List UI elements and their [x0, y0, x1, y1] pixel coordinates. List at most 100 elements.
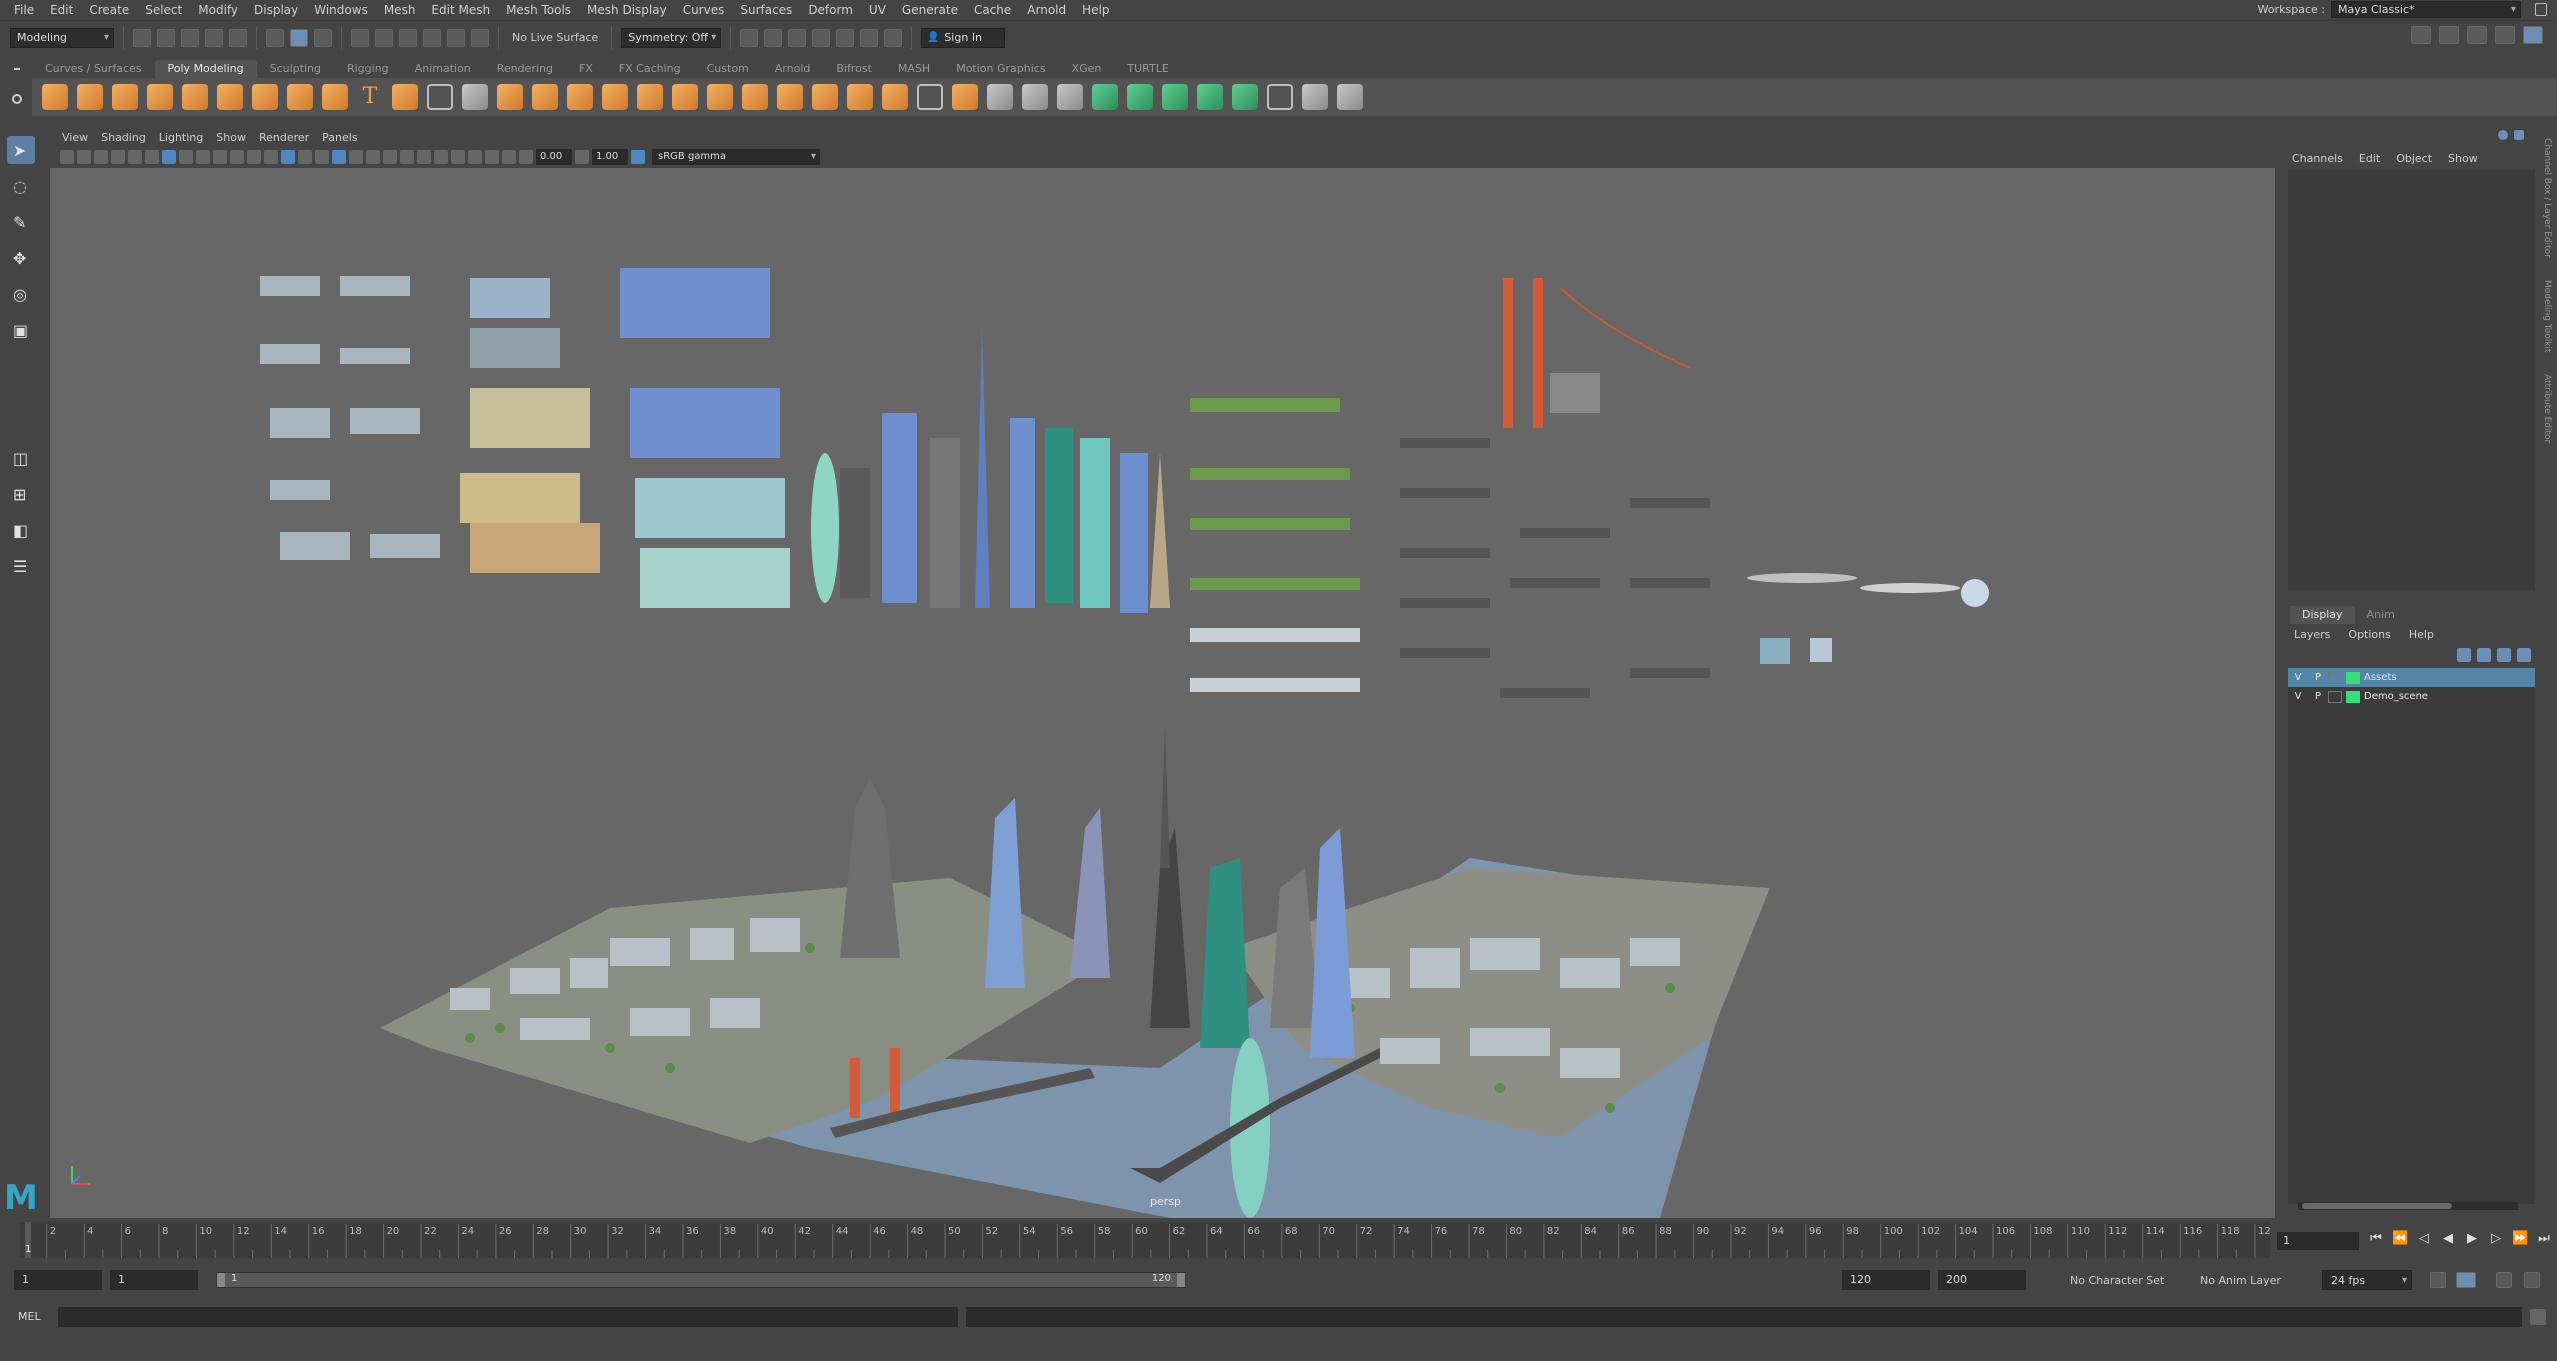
float-panel-icon[interactable]	[2514, 130, 2524, 140]
xray-components-icon[interactable]	[502, 150, 516, 164]
range-end-handle[interactable]	[1177, 1273, 1185, 1287]
open-scene-icon[interactable]	[157, 28, 175, 47]
new-empty-layer-icon[interactable]	[2497, 648, 2511, 662]
viewport-menu-renderer[interactable]: Renderer	[255, 131, 318, 144]
layer-visibility-toggle[interactable]: V	[2288, 672, 2308, 683]
viewport-menu-panels[interactable]: Panels	[318, 131, 366, 144]
script-editor-icon[interactable]	[2530, 1309, 2546, 1325]
ipr-render-icon[interactable]	[788, 28, 807, 47]
modeling-toolkit-icon[interactable]	[2411, 26, 2431, 44]
layer-editor-icon[interactable]	[2523, 26, 2543, 44]
viewport-menu-view[interactable]: View	[58, 131, 97, 144]
menu-uv[interactable]: UV	[863, 0, 896, 20]
render-frame-icon[interactable]	[764, 28, 783, 47]
channel-box-body[interactable]	[2288, 170, 2535, 590]
menu-generate[interactable]: Generate	[896, 0, 968, 20]
animation-start-field[interactable]: 1	[14, 1270, 102, 1290]
menu-modify[interactable]: Modify	[192, 0, 248, 20]
xray-joints-icon[interactable]	[485, 150, 499, 164]
layer-row-demo-scene[interactable]: V P Demo_scene	[2288, 687, 2535, 706]
menu-edit[interactable]: Edit	[44, 0, 83, 20]
channel-box-layer-editor-tab[interactable]: Channel Box / Layer Editor	[2542, 138, 2552, 258]
layer-row-assets[interactable]: V P Assets	[2288, 668, 2535, 687]
shadows-icon[interactable]	[366, 150, 380, 164]
snap-grid-icon[interactable]	[351, 28, 369, 47]
shelf-tab-rigging[interactable]: Rigging	[334, 60, 402, 78]
attribute-editor-icon[interactable]	[2439, 26, 2459, 44]
wireframe-on-shaded-icon[interactable]	[315, 150, 329, 164]
grease-pencil-icon[interactable]	[145, 150, 159, 164]
snap-plane-icon[interactable]	[423, 28, 441, 47]
auto-key-icon[interactable]	[2456, 1272, 2476, 1288]
merge-icon[interactable]	[917, 84, 943, 110]
fps-dropdown[interactable]: 24 fps	[2322, 1270, 2412, 1291]
svg-icon[interactable]	[392, 84, 418, 110]
history-icon[interactable]	[740, 28, 759, 47]
insert-edge-loop-icon[interactable]	[1022, 84, 1048, 110]
lock-icon[interactable]	[2535, 3, 2547, 16]
step-back-key-icon[interactable]: ⏪	[2392, 1231, 2408, 1246]
hypershade-icon[interactable]	[836, 28, 855, 47]
move-layer-down-icon[interactable]	[2477, 648, 2491, 662]
select-component-icon[interactable]	[314, 28, 332, 47]
outliner-layout-button[interactable]: ☰	[7, 552, 35, 580]
shelf-tab-rendering[interactable]: Rendering	[484, 60, 566, 78]
scale-tool-button[interactable]: ▣	[7, 316, 35, 344]
shelf-tab-mash[interactable]: MASH	[885, 60, 943, 78]
spherical-mapping-icon[interactable]	[1162, 84, 1188, 110]
extrude-icon[interactable]	[742, 84, 768, 110]
cylindrical-mapping-icon[interactable]	[1127, 84, 1153, 110]
menu-set-dropdown[interactable]: Modeling	[10, 27, 114, 48]
viewport-menu-shading[interactable]: Shading	[97, 131, 155, 144]
smooth-icon[interactable]	[602, 84, 628, 110]
wireframe-icon[interactable]	[264, 150, 278, 164]
options-menu[interactable]: Options	[2348, 628, 2408, 641]
uv-sew-icon[interactable]	[1337, 84, 1363, 110]
depth-of-field-icon[interactable]	[434, 150, 448, 164]
menu-windows[interactable]: Windows	[308, 0, 378, 20]
shelf-tab-bifrost[interactable]: Bifrost	[823, 60, 885, 78]
bevel-icon[interactable]	[812, 84, 838, 110]
attribute-editor-tab[interactable]: Attribute Editor	[2542, 374, 2552, 443]
bridge-icon[interactable]	[777, 84, 803, 110]
poly-sphere-icon[interactable]	[42, 84, 68, 110]
bevel-edge-icon[interactable]	[847, 84, 873, 110]
select-tool-button[interactable]: ➤	[7, 136, 35, 164]
shelf-tab-fx[interactable]: FX	[566, 60, 606, 78]
select-hierarchy-icon[interactable]	[266, 28, 284, 47]
poly-plane-icon[interactable]	[217, 84, 243, 110]
gate-mask-icon[interactable]	[213, 150, 227, 164]
motion-blur-icon[interactable]	[400, 150, 414, 164]
poly-disc-icon[interactable]	[252, 84, 278, 110]
snap-surface-icon[interactable]	[447, 28, 465, 47]
redo-icon[interactable]	[229, 28, 247, 47]
tab-anim[interactable]: Anim	[2355, 606, 2407, 624]
poly-star-icon[interactable]	[322, 84, 348, 110]
sound-icon[interactable]	[2524, 1272, 2540, 1288]
time-slider[interactable]: 2 4 6 8 10 12 14 16 18 20 22 24 26 28 30 32 34 36 38 40 42 44…	[20, 1222, 2270, 1258]
tool-settings-icon[interactable]	[2467, 26, 2487, 44]
menu-mesh[interactable]: Mesh	[378, 0, 426, 20]
command-input[interactable]	[58, 1307, 958, 1327]
menu-help[interactable]: Help	[1076, 0, 1119, 20]
shelf-tab-arnold[interactable]: Arnold	[762, 60, 824, 78]
textured-icon[interactable]	[332, 150, 346, 164]
snap-pivot-icon[interactable]	[471, 28, 489, 47]
perspective-viewport[interactable]: persp	[50, 168, 2275, 1218]
live-surface-label[interactable]: No Live Surface	[508, 31, 602, 44]
color-management-icon[interactable]	[631, 150, 645, 164]
uv-layout-icon[interactable]	[1267, 84, 1293, 110]
select-object-icon[interactable]	[290, 28, 308, 47]
new-scene-icon[interactable]	[133, 28, 151, 47]
paint-select-tool-button[interactable]: ✎	[7, 208, 35, 236]
default-material-icon[interactable]	[298, 150, 312, 164]
shelf-tab-motion-graphics[interactable]: Motion Graphics	[943, 60, 1058, 78]
menu-cache[interactable]: Cache	[968, 0, 1021, 20]
poly-cube-icon[interactable]	[77, 84, 103, 110]
image-plane-icon[interactable]	[111, 150, 125, 164]
menu-select[interactable]: Select	[139, 0, 192, 20]
offset-edge-loop-icon[interactable]	[1057, 84, 1083, 110]
gamma-field[interactable]: 1.00	[592, 149, 628, 165]
menu-deform[interactable]: Deform	[802, 0, 863, 20]
range-start-handle[interactable]	[217, 1273, 225, 1287]
